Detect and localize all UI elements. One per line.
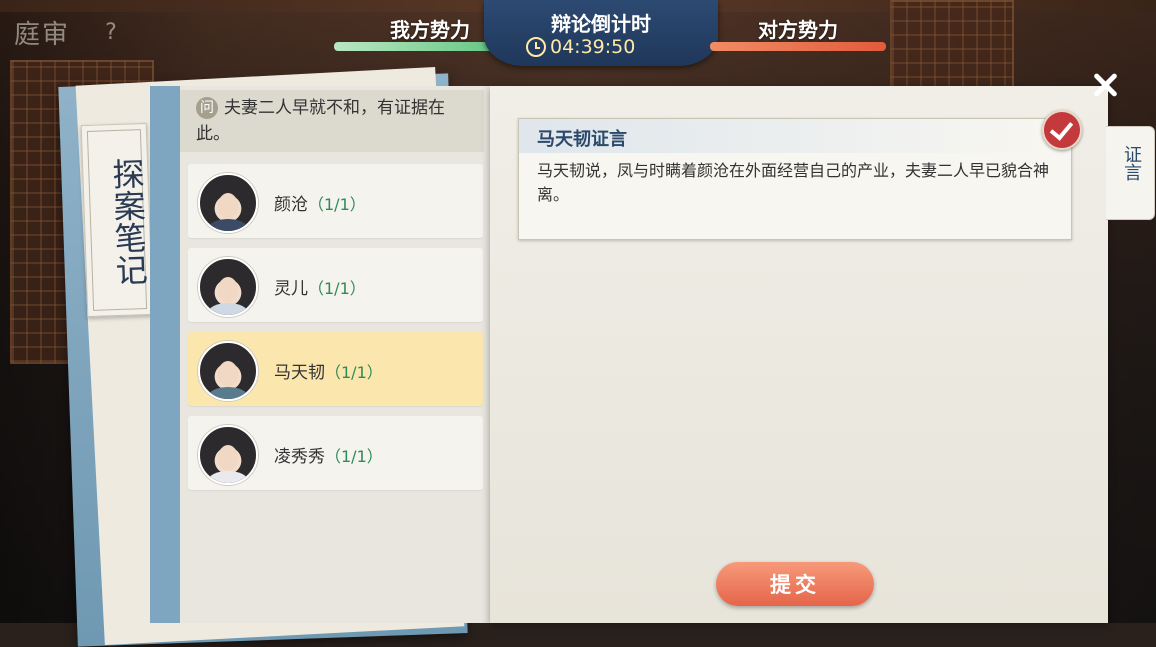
character-count: （1/1） xyxy=(308,195,366,214)
character-name: 马天韧 xyxy=(274,363,325,383)
their-side-label: 对方势力 xyxy=(758,18,838,42)
debate-timer: 辩论倒计时 04:39:50 xyxy=(484,0,718,66)
character-name: 灵儿 xyxy=(274,279,308,299)
timer-value: 04:39:50 xyxy=(550,36,636,58)
character-count: （1/1） xyxy=(308,279,366,298)
notebook-spine-label: 探案笔记 xyxy=(80,122,154,318)
avatar xyxy=(198,425,258,485)
evidence-body: 马天韧说，凤与时瞒着颜沧在外面经营自己的产业，夫妻二人早已貌合神离。 xyxy=(537,161,1050,204)
timer-label: 辩论倒计时 xyxy=(551,12,651,36)
character-item-lingxiuxiu[interactable]: 凌秀秀（1/1） xyxy=(188,416,483,490)
avatar xyxy=(198,341,258,401)
right-window-lattice xyxy=(890,0,1014,94)
character-count: （1/1） xyxy=(325,363,383,382)
avatar xyxy=(198,257,258,317)
check-icon[interactable] xyxy=(1042,110,1082,150)
notebook-title: 探案笔记 xyxy=(106,156,150,287)
tab-testimony-label: 证言 xyxy=(1121,145,1142,181)
court-title: 庭审 xyxy=(14,20,71,50)
their-side-bar xyxy=(710,42,886,51)
close-icon[interactable] xyxy=(1090,70,1120,100)
evidence-card[interactable]: 马天韧证言 马天韧说，凤与时瞒着颜沧在外面经营自己的产业，夫妻二人早已貌合神离。 xyxy=(518,118,1072,240)
character-name: 颜沧 xyxy=(274,195,308,215)
character-item-matianren[interactable]: 马天韧（1/1） xyxy=(188,332,483,406)
character-item-linger[interactable]: 灵儿（1/1） xyxy=(188,248,483,322)
question-text: 夫妻二人早就不和，有证据在此。 xyxy=(196,98,445,144)
evidence-title: 马天韧证言 xyxy=(537,129,627,150)
character-item-yancang[interactable]: 颜沧（1/1） xyxy=(188,164,483,238)
avatar xyxy=(198,173,258,233)
submit-button[interactable]: 提交 xyxy=(716,562,874,606)
tab-testimony[interactable]: 证言 xyxy=(1106,126,1155,220)
their-side-panel: 对方势力 xyxy=(706,0,890,60)
question-icon[interactable]: ? xyxy=(98,20,124,46)
character-count: （1/1） xyxy=(325,447,383,466)
clock-icon xyxy=(526,37,546,57)
character-name: 凌秀秀 xyxy=(274,447,325,467)
question-box: 问 夫妻二人早就不和，有证据在此。 xyxy=(180,90,484,152)
